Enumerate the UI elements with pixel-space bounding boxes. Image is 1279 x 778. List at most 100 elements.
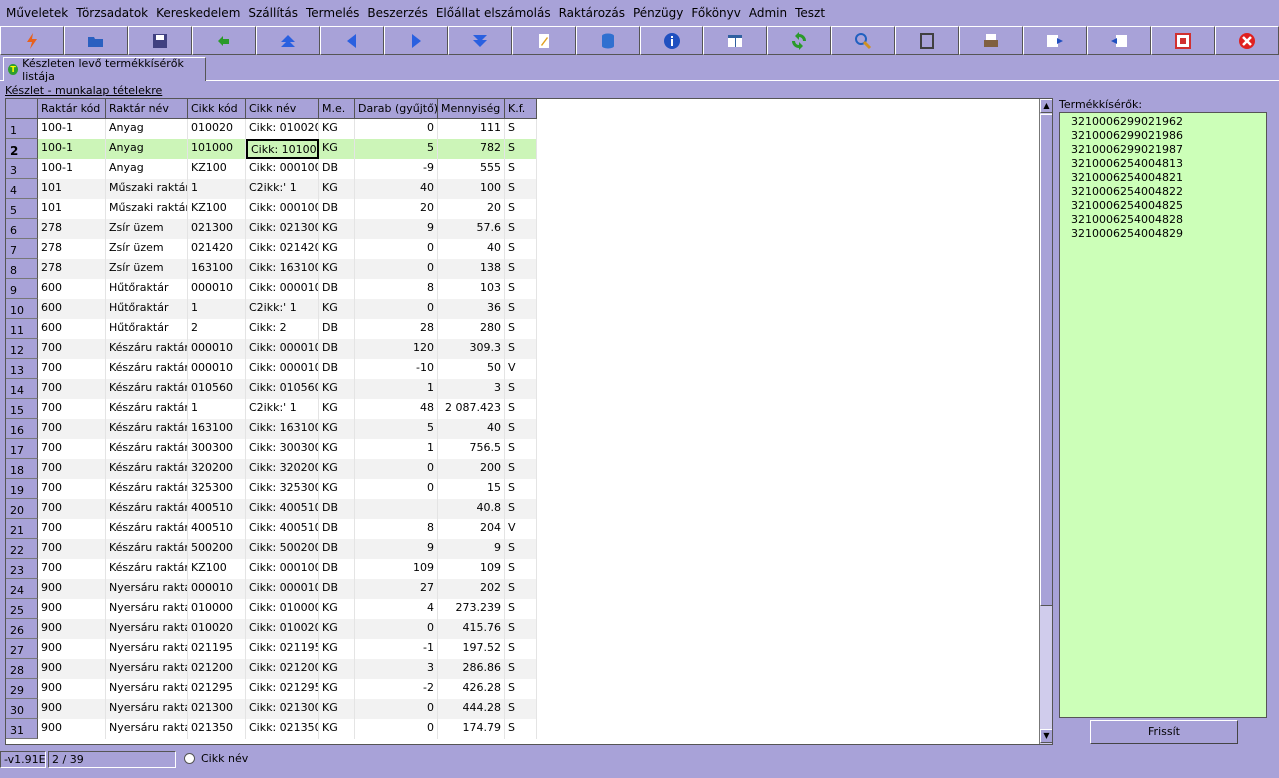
grid-cell[interactable]: DB [319,359,355,379]
grid-cell[interactable]: Cikk: 101000 [246,139,319,159]
table-row[interactable]: 29 900 Nyersáru raktár 021295 Cikk: 021295 KG… [6,679,1040,699]
grid-cell[interactable]: S [505,139,537,159]
grid-cell[interactable]: Anyag [106,159,188,179]
grid-cell[interactable]: KG [319,439,355,459]
grid-cell[interactable]: S [505,719,537,739]
row-number[interactable]: 31 [6,719,38,739]
grid-cell[interactable]: 415.76 [438,619,505,639]
grid-cell[interactable]: 174.79 [438,719,505,739]
grid-cell[interactable]: 280 [438,319,505,339]
grid-cell[interactable]: KG [319,719,355,739]
product-escort-list[interactable]: 3210006299021962 3210006299021986 32100062… [1059,112,1267,718]
grid-cell[interactable]: 278 [38,239,106,259]
table-row[interactable]: 12 700 Készáru raktár 000010 Cikk: 000010 DB 1… [6,339,1040,359]
menu-item-8[interactable]: Pénzügy [629,0,687,26]
grid-cell[interactable]: S [505,479,537,499]
row-number[interactable]: 24 [6,579,38,599]
grid-cell[interactable]: KG [319,299,355,319]
list-item[interactable]: 3210006299021962 [1071,115,1266,129]
grid-cell[interactable]: 600 [38,279,106,299]
grid-cell[interactable]: 320200 [188,459,246,479]
grid-cell[interactable]: 0 [355,479,438,499]
grid-cell[interactable]: 426.28 [438,679,505,699]
toolbar-button-9[interactable] [575,26,640,55]
grid-cell[interactable]: C2ikk:' 1 [246,179,319,199]
grid-cell[interactable]: 273.239 [438,599,505,619]
grid-cell[interactable]: S [505,599,537,619]
table-row[interactable]: 1 100-1 Anyag 010020 Cikk: 010020 KG 0 111 S [6,119,1040,139]
table-row[interactable]: 14 700 Készáru raktár 010560 Cikk: 010560 KG 1… [6,379,1040,399]
grid-cell[interactable]: Készáru raktár [106,459,188,479]
grid-cell[interactable]: Cikk: 021300 [246,699,319,719]
grid-cell[interactable]: S [505,439,537,459]
grid-cell[interactable]: 600 [38,319,106,339]
grid-cell[interactable]: 0 [355,259,438,279]
grid-cell[interactable]: KG [319,259,355,279]
grid-cell[interactable]: 278 [38,219,106,239]
grid-cell[interactable]: 000010 [188,279,246,299]
grid-cell[interactable]: Cikk: 010560 [246,379,319,399]
grid-cell[interactable]: 101 [38,199,106,219]
grid-cell[interactable]: 300300 [188,439,246,459]
table-row[interactable]: 20 700 Készáru raktár 400510 Cikk: 400510 DB 4… [6,499,1040,519]
grid-cell[interactable]: -9 [355,159,438,179]
grid-cell[interactable]: 9 [438,539,505,559]
row-number[interactable]: 29 [6,679,38,699]
grid-cell[interactable]: -2 [355,679,438,699]
grid-cell[interactable]: 700 [38,519,106,539]
list-item[interactable]: 3210006254004822 [1071,185,1266,199]
grid-cell[interactable]: Nyersáru raktár [106,699,188,719]
grid-cell[interactable]: 010020 [188,119,246,139]
grid-cell[interactable]: 0 [355,719,438,739]
grid-cell[interactable]: KG [319,119,355,139]
grid-cell[interactable]: 700 [38,439,106,459]
column-header[interactable]: K.f. [505,99,537,119]
grid-cell[interactable]: 900 [38,659,106,679]
grid-cell[interactable]: Cikk: 000010 [246,579,319,599]
grid-cell[interactable]: Készáru raktár [106,399,188,419]
row-number[interactable]: 16 [6,419,38,439]
tab-product-list[interactable]: T Készleten levő termékkísérők listája [3,57,206,83]
grid-cell[interactable]: 444.28 [438,699,505,719]
toolbar-button-7[interactable] [447,26,512,55]
grid-cell[interactable]: C2ikk:' 1 [246,399,319,419]
search-mode-radio[interactable] [184,753,195,764]
grid-cell[interactable]: 900 [38,679,106,699]
grid-cell[interactable]: S [505,119,537,139]
row-number[interactable]: 19 [6,479,38,499]
grid-cell[interactable]: 900 [38,619,106,639]
grid-cell[interactable]: 109 [355,559,438,579]
grid-cell[interactable]: 700 [38,499,106,519]
menu-item-9[interactable]: Főkönyv [687,0,745,26]
table-row[interactable]: 21 700 Készáru raktár 400510 Cikk: 400510 DB 8… [6,519,1040,539]
grid-cell[interactable]: 5 [355,139,438,159]
row-number[interactable]: 15 [6,399,38,419]
grid-cell[interactable]: 103 [438,279,505,299]
grid-cell[interactable]: S [505,379,537,399]
grid-cell[interactable]: 20 [438,199,505,219]
column-header[interactable]: Raktár név [106,99,188,119]
grid-cell[interactable]: KG [319,459,355,479]
grid-cell[interactable]: Cikk: 000010 [246,359,319,379]
grid-cell[interactable]: DB [319,579,355,599]
grid-cell[interactable]: 163100 [188,259,246,279]
grid-cell[interactable]: 1 [188,179,246,199]
row-number[interactable]: 20 [6,499,38,519]
toolbar-button-16[interactable] [1023,26,1088,55]
grid-cell[interactable]: 9 [355,539,438,559]
toolbar-button-3[interactable] [191,26,256,55]
grid-cell[interactable]: KG [319,679,355,699]
grid-cell[interactable] [355,499,438,519]
grid-cell[interactable]: -10 [355,359,438,379]
list-item[interactable]: 3210006299021986 [1071,129,1266,143]
grid-cell[interactable]: 555 [438,159,505,179]
toolbar-button-4[interactable] [255,26,320,55]
grid-cell[interactable]: -1 [355,639,438,659]
grid-cell[interactable]: 010020 [188,619,246,639]
grid-cell[interactable]: Zsír üzem [106,239,188,259]
grid-cell[interactable]: 000010 [188,359,246,379]
grid-cell[interactable]: 900 [38,599,106,619]
toolbar-button-11[interactable] [703,26,768,55]
grid-cell[interactable]: Cikk: 000100 [246,199,319,219]
grid-cell[interactable]: Cikk: 000010 [246,279,319,299]
